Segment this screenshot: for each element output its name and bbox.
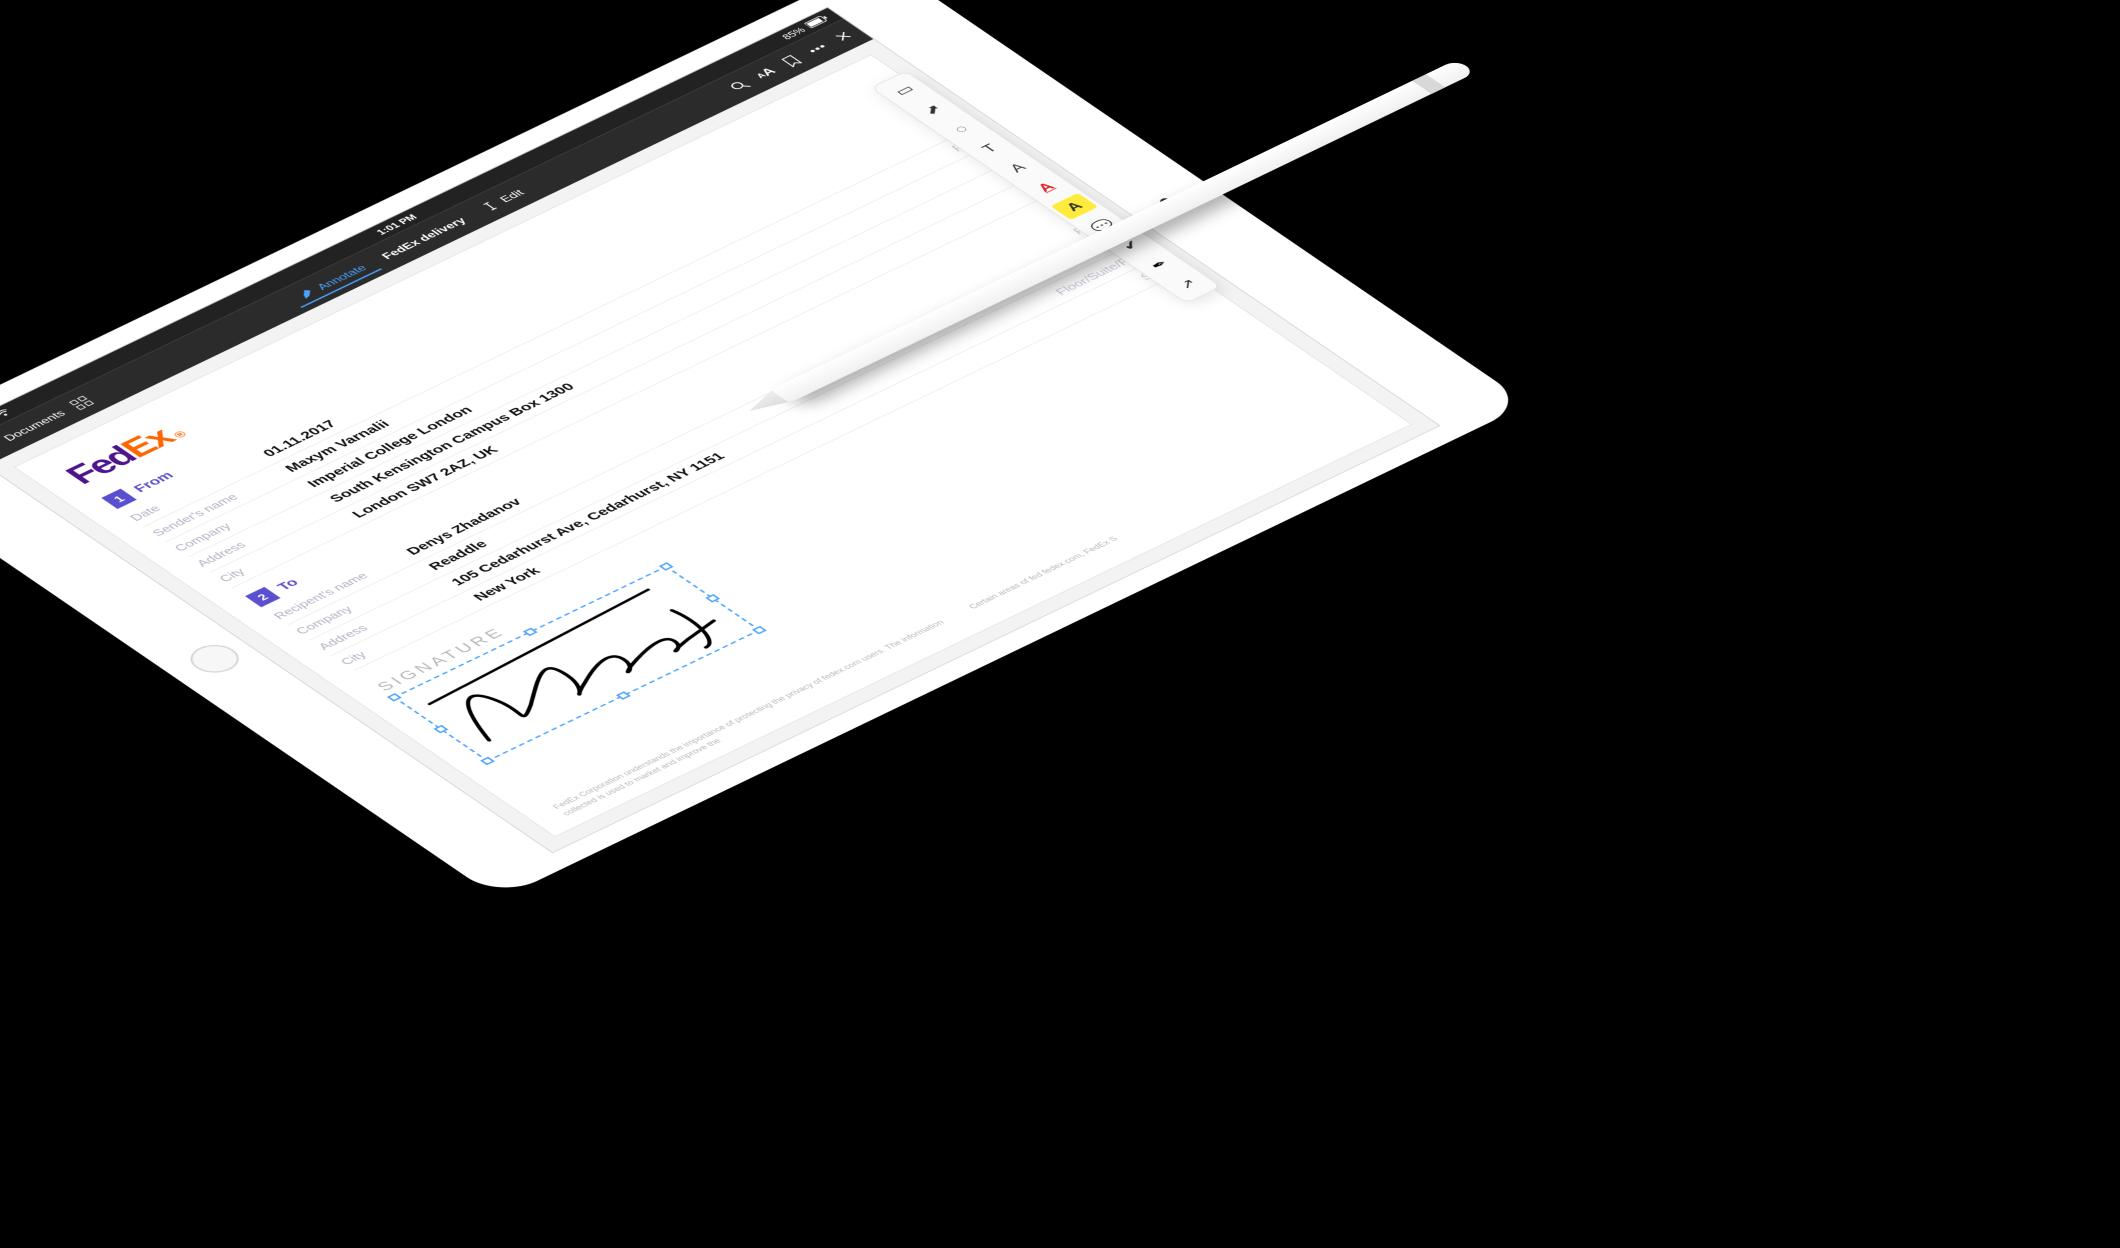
pen-icon [293, 286, 320, 301]
logo-part-fed: Fed [57, 441, 145, 490]
signature-drawing[interactable] [396, 567, 758, 760]
signature-selection-box[interactable] [393, 566, 761, 762]
resize-handle[interactable] [523, 628, 538, 636]
close-icon[interactable] [830, 29, 857, 44]
tab-edit-label: Edit [497, 187, 527, 204]
section-from-number: 1 [101, 489, 137, 509]
date-label: Date [127, 457, 259, 523]
text-cursor-icon [477, 199, 504, 214]
fineprint-col2: Certain areas of fed fedex.com, FedEx S [967, 417, 1378, 618]
tool-shape[interactable]: ↗ [1164, 270, 1212, 297]
more-icon[interactable] [804, 41, 831, 56]
legal-fine-print: FedEx Corporation understands the import… [551, 417, 1377, 819]
from-city-label: City [216, 518, 348, 584]
resize-handle[interactable] [480, 757, 495, 765]
section-to-number: 2 [245, 587, 281, 607]
document-page[interactable]: Fed Ex ® 1 From Date 01.11.2017 Sende [14, 54, 1413, 837]
tool-text-box[interactable]: A [994, 154, 1042, 181]
from-company-label: Company [171, 488, 303, 554]
back-icon[interactable] [0, 441, 1, 456]
resize-handle[interactable] [616, 691, 631, 699]
sender-name-label: Sender's name [149, 472, 281, 538]
section-from-title: From [130, 469, 178, 495]
to-city-label: City [337, 601, 469, 667]
pencil-band [1412, 74, 1445, 94]
tool-highlight[interactable]: A [1051, 193, 1099, 220]
text-size-icon[interactable]: AA [753, 66, 780, 81]
logo-part-ex: Ex [112, 423, 183, 463]
resize-handle[interactable] [387, 693, 402, 701]
from-address-label: Address [193, 503, 325, 569]
tool-select-rect[interactable]: ▭ [881, 77, 929, 104]
tool-underline[interactable]: A [1022, 174, 1070, 201]
section-to-title: To [274, 576, 303, 593]
to-address-label: Address [315, 586, 447, 652]
logo-registered: ® [170, 429, 187, 440]
to-company-label: Company [293, 571, 425, 637]
tool-pointer[interactable]: ⬈ [909, 96, 957, 123]
resize-handle[interactable] [752, 626, 767, 634]
tool-text[interactable]: T [966, 135, 1014, 162]
tool-signature[interactable]: ✒ [1136, 251, 1184, 278]
fineprint-col1: FedEx Corporation understands the import… [551, 617, 962, 818]
recipient-name-label: Recipent's name [270, 555, 402, 621]
resize-handle[interactable] [659, 562, 674, 570]
search-icon[interactable] [727, 78, 754, 93]
thumbnails-icon[interactable] [68, 395, 95, 410]
ipad-home-button[interactable] [181, 639, 249, 678]
resize-handle[interactable] [705, 594, 720, 602]
tool-eraser[interactable]: ◌ [937, 115, 985, 142]
bookmark-icon[interactable] [778, 53, 805, 68]
resize-handle[interactable] [434, 725, 449, 733]
